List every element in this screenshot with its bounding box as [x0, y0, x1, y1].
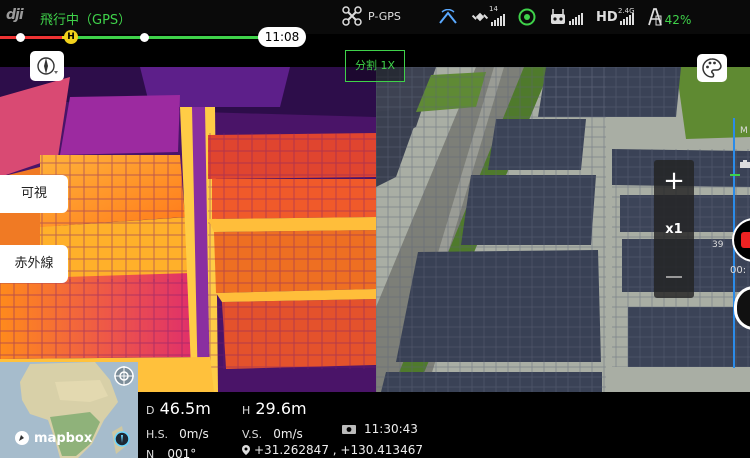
thermal-camera-view[interactable] — [0, 67, 376, 392]
clock-value: 11:30:43 — [364, 422, 418, 436]
location-pin-icon — [242, 445, 250, 455]
distance-label: D — [146, 404, 155, 417]
exposure-indicator — [730, 174, 740, 176]
telemetry-panel: D 46.5m H 29.6m H.S. 0m/s V.S. 0m/s 11:3… — [138, 392, 750, 458]
flight-mode[interactable]: P-GPS — [342, 6, 401, 26]
camera-icon[interactable] — [740, 160, 750, 168]
landing-marker — [16, 33, 25, 42]
zoom-in-button[interactable]: + — [654, 166, 694, 196]
rail-mode-label[interactable]: M — [740, 126, 748, 136]
satellite-count: 14 — [489, 5, 498, 13]
horizontal-speed-label: H.S. — [146, 428, 169, 441]
distance-readout: D 46.5m — [146, 399, 211, 418]
infrared-mode-button[interactable]: 赤外線 — [0, 245, 68, 283]
record-time: 00: — [730, 265, 747, 276]
signal-icon — [439, 9, 457, 24]
zoom-level: x1 — [665, 222, 683, 237]
aircraft-signal[interactable] — [438, 9, 458, 25]
gps-signal-bars — [491, 14, 505, 26]
satellite-icon — [471, 12, 489, 22]
camera-time-icon — [342, 425, 356, 434]
mapbox-logo: mapbox — [14, 430, 92, 446]
battery-percent: 42% — [664, 13, 692, 27]
heading-label: N — [146, 448, 155, 458]
remaining-flight-time: 11:08 — [258, 27, 306, 47]
vision-status[interactable] — [518, 8, 536, 26]
gimbal-compass-button[interactable] — [30, 51, 64, 81]
hd-link-icon: HD — [596, 9, 618, 25]
mapbox-icon — [15, 431, 29, 445]
flight-time-critical-segment — [0, 36, 62, 39]
heading-readout: N 001° — [146, 443, 196, 458]
clock-readout: 11:30:43 — [342, 422, 418, 436]
vertical-speed-readout: V.S. 0m/s — [242, 423, 303, 442]
height-label: H — [242, 404, 251, 417]
zoom-control: + x1 — [654, 160, 694, 298]
vertical-speed-value: 0m/s — [273, 427, 303, 441]
mapbox-text: mapbox — [34, 430, 93, 446]
zoom-out-button[interactable] — [666, 276, 682, 278]
rc-signal[interactable] — [549, 9, 583, 25]
height-readout: H 29.6m — [242, 399, 307, 418]
distance-value: 46.5m — [159, 399, 211, 418]
height-value: 29.6m — [255, 399, 307, 418]
split-view-label[interactable]: 分割 1X — [345, 50, 405, 82]
gps-coordinates: +31.262847 , +130.413467 — [242, 443, 423, 457]
battery-icon — [647, 8, 662, 26]
map-target-icon[interactable] — [113, 365, 135, 387]
horizontal-speed-value: 0m/s — [179, 427, 209, 441]
flight-mode-label: P-GPS — [368, 9, 401, 23]
battery-status[interactable]: 42% — [647, 7, 692, 27]
battery-marker — [140, 33, 149, 42]
thermal-image — [0, 67, 376, 392]
remote-controller-icon — [551, 9, 565, 24]
compass-icon — [37, 57, 58, 75]
drone-icon — [342, 6, 362, 26]
info-icon[interactable] — [114, 431, 130, 447]
record-indicator — [741, 232, 750, 248]
coordinates-value: +31.262847 , +130.413467 — [254, 443, 423, 457]
home-marker: H — [64, 30, 78, 44]
flight-status-text: 飛行中（GPS） — [40, 13, 132, 28]
palette-button[interactable] — [697, 54, 727, 82]
hd-frequency: 2.4G — [618, 6, 635, 15]
horizontal-speed-readout: H.S. 0m/s — [146, 423, 209, 442]
hd-link[interactable]: HD 2.4G — [596, 6, 635, 25]
status-icons: 14 HD 2.4G 42% — [438, 5, 691, 29]
dji-logo[interactable]: dji — [6, 7, 24, 23]
rc-signal-bars — [569, 13, 583, 25]
visible-mode-button[interactable]: 可視 — [0, 175, 68, 213]
photo-counter: 39 — [712, 240, 724, 250]
vertical-speed-label: V.S. — [242, 428, 263, 441]
gps-satellites[interactable]: 14 — [471, 5, 505, 26]
vision-icon — [518, 8, 536, 26]
status-bar: dji 飛行中（GPS） P-GPS 14 HD 2.4G 42% — [0, 0, 750, 34]
heading-value: 001° — [167, 447, 197, 458]
palette-icon — [702, 58, 722, 78]
